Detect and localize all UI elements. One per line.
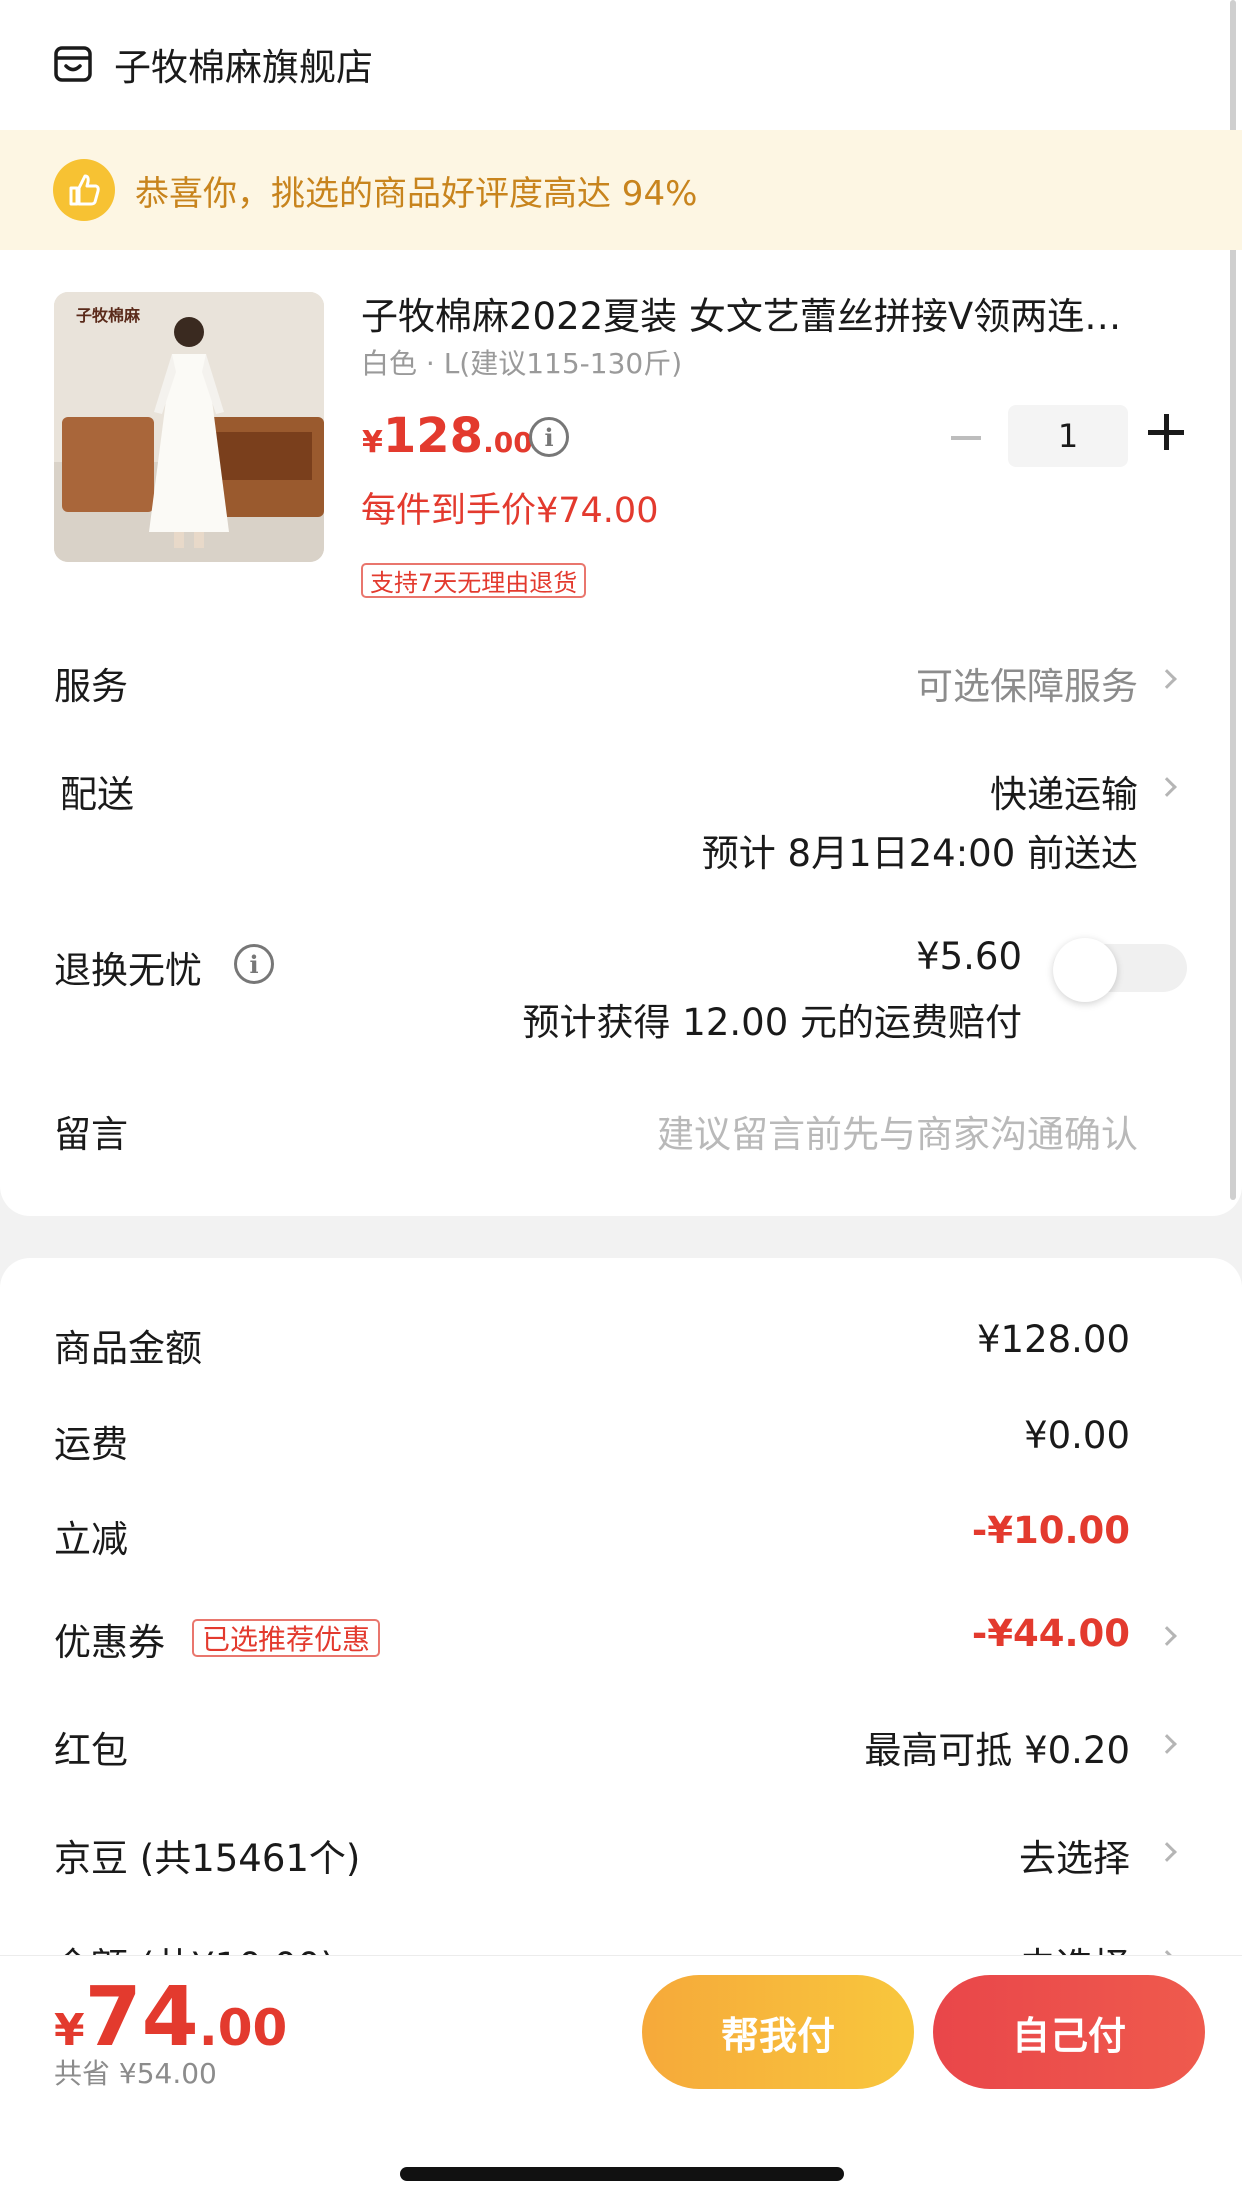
quantity-input[interactable]: 1: [1008, 405, 1128, 467]
total-decimal: .00: [198, 1999, 288, 2057]
store-icon: [54, 46, 92, 82]
return-worry-desc: 预计获得 12.00 元的运费赔付: [522, 1001, 1022, 1044]
help-pay-button[interactable]: 帮我付: [642, 1975, 914, 2089]
product-price: ¥ 128 .00: [362, 408, 533, 464]
return-worry-toggle[interactable]: [1053, 938, 1187, 1002]
shipping-label: 运费: [54, 1423, 128, 1466]
shipping-value: ¥0.00: [1024, 1414, 1130, 1457]
self-pay-button[interactable]: 自己付: [933, 1975, 1205, 2089]
banner-text: 恭喜你，挑选的商品好评度高达 94%: [135, 173, 698, 214]
goods-amount-label: 商品金额: [54, 1327, 202, 1370]
total-saved: 共省 ¥54.00: [54, 2057, 217, 2090]
home-indicator[interactable]: [400, 2167, 844, 2181]
rating-banner: 恭喜你，挑选的商品好评度高达 94%: [0, 130, 1242, 250]
toggle-knob: [1053, 938, 1117, 1002]
quantity-decrease-button[interactable]: [946, 418, 986, 458]
total-price: ¥ 74 .00: [54, 1970, 287, 2065]
unit-price: 每件到手价¥74.00: [361, 491, 659, 531]
price-symbol: ¥: [362, 425, 383, 460]
return-policy-tag: 支持7天无理由退货: [361, 563, 587, 598]
quantity-increase-button[interactable]: [1148, 414, 1184, 450]
price-info-icon[interactable]: i: [529, 417, 569, 457]
service-value[interactable]: 可选保障服务: [916, 656, 1138, 710]
instant-discount-label: 立减: [54, 1518, 128, 1561]
total-symbol: ¥: [54, 2005, 85, 2056]
message-input[interactable]: 建议留言前先与商家沟通确认: [657, 1104, 1138, 1158]
coupon-label: 优惠券: [54, 1621, 165, 1664]
red-packet-label: 红包: [54, 1729, 128, 1772]
total-integer: 74: [84, 1970, 199, 2065]
service-label: 服务: [54, 665, 128, 708]
price-decimal: .00: [483, 426, 533, 459]
instant-discount-value: -¥10.00: [971, 1509, 1130, 1552]
goods-amount-value: ¥128.00: [976, 1318, 1130, 1361]
delivery-eta: 预计 8月1日24:00 前送达: [701, 832, 1138, 875]
jingdou-label: 京豆 (共15461个): [54, 1837, 361, 1880]
shop-header[interactable]: 子牧棉麻旗舰店: [54, 36, 373, 92]
jingdou-value[interactable]: 去选择: [1019, 1828, 1130, 1882]
coupon-value[interactable]: -¥44.00: [972, 1612, 1130, 1655]
red-packet-value[interactable]: 最高可抵 ¥0.20: [864, 1720, 1130, 1774]
message-label: 留言: [54, 1113, 128, 1156]
product-image[interactable]: 子牧棉麻: [54, 292, 324, 562]
product-title[interactable]: 子牧棉麻2022夏装 女文艺蕾丝拼接V领两连…: [361, 286, 1191, 340]
coupon-recommended-tag: 已选推荐优惠: [192, 1619, 381, 1657]
product-spec[interactable]: 白色 · L(建议115-130斤): [361, 342, 682, 382]
delivery-value[interactable]: 快递运输: [990, 764, 1138, 818]
shop-name: 子牧棉麻旗舰店: [114, 46, 373, 89]
thumbs-up-icon: [53, 159, 115, 221]
delivery-label: 配送: [60, 773, 134, 816]
product-image-brand: 子牧棉麻: [76, 306, 141, 325]
return-worry-label: 退换无忧: [54, 949, 202, 992]
return-worry-info-icon[interactable]: i: [234, 944, 274, 984]
price-integer: 128: [382, 408, 484, 464]
return-worry-price: ¥5.60: [916, 935, 1022, 978]
